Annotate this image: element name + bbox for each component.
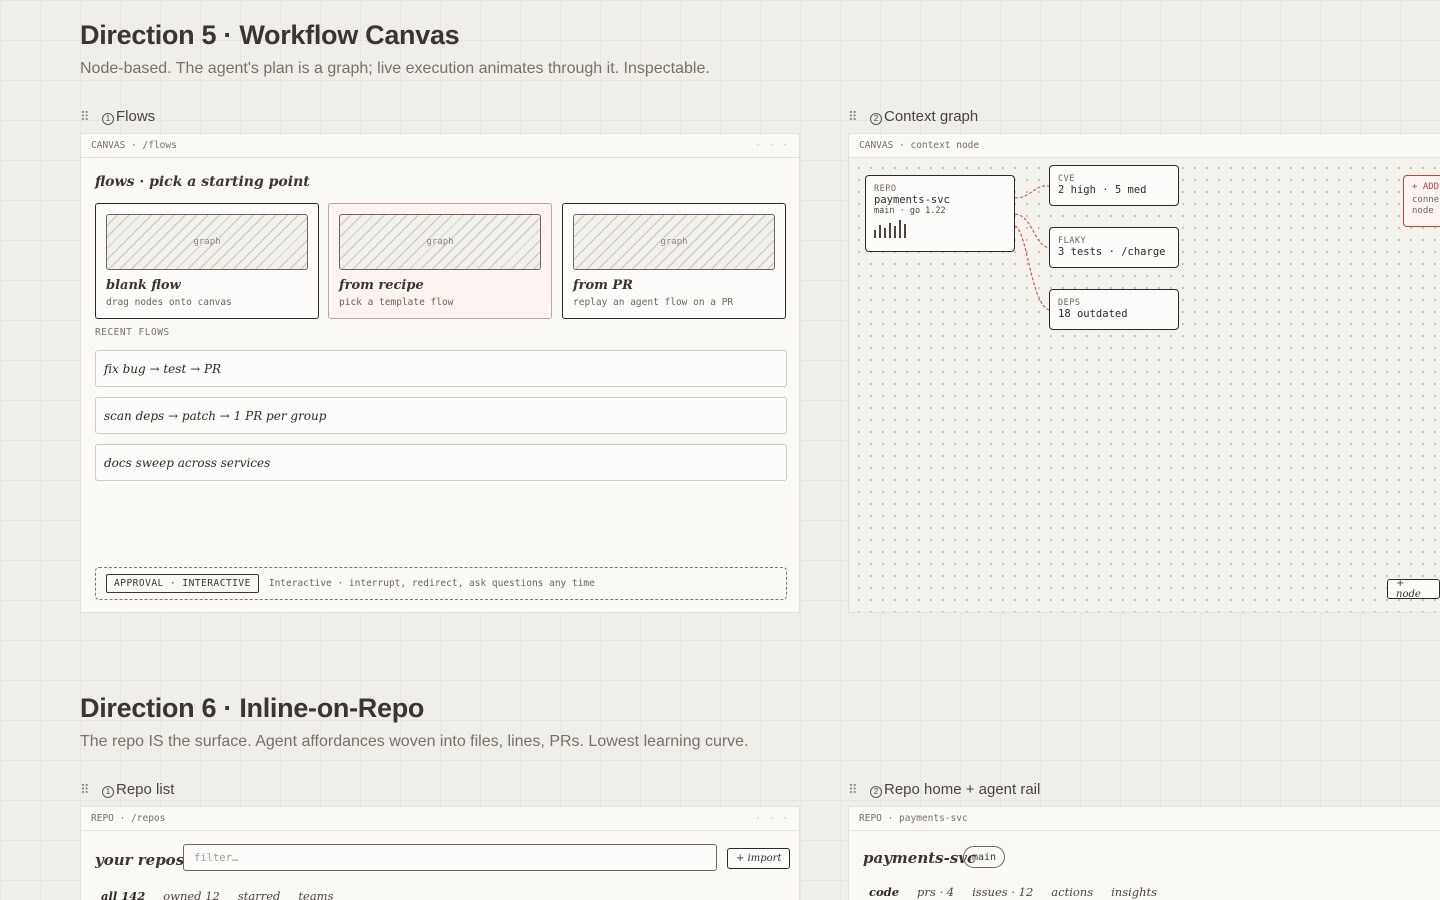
start-card-subtitle: pick a template flow — [339, 297, 454, 308]
recent-flows-label: RECENT FLOWS — [95, 327, 170, 338]
frame-bar: REPO · /repos · · · — [81, 807, 799, 831]
edge-repo-flaky — [1014, 213, 1050, 249]
activity-bar — [894, 226, 896, 238]
step-number-badge: 2 — [870, 785, 882, 798]
add-context-line: node — [1412, 206, 1434, 216]
approval-mode-badge[interactable]: APPROVAL · INTERACTIVE — [106, 574, 259, 593]
context-panel-label: ⠿ 2 Context graph — [848, 108, 978, 125]
repo-list-frame: REPO · /repos · · · your repos + import … — [80, 806, 800, 900]
repo-list-panel-label: ⠿ 1 Repo list — [80, 781, 174, 798]
tab-starred[interactable]: starred — [238, 889, 281, 900]
flaky-node[interactable]: FLAKY 3 tests · /charge — [1049, 227, 1179, 268]
node-value: 2 high · 5 med — [1058, 184, 1147, 196]
direction-6-title: Direction 6 · Inline-on-Repo — [80, 693, 425, 723]
repo-list-panel-title: Repo list — [116, 781, 175, 798]
node-repo-meta: main · go 1.22 — [874, 206, 946, 216]
graph-thumbnail: graph — [573, 214, 775, 270]
repo-home-title: payments-svc — [863, 849, 977, 867]
tab-insights[interactable]: insights — [1111, 885, 1157, 899]
approval-mode-description: Interactive · interrupt, redirect, ask q… — [268, 578, 595, 589]
start-card-title: blank flow — [106, 278, 181, 293]
node-value: 3 tests · /charge — [1058, 246, 1166, 258]
drag-handle-icon[interactable]: ⠿ — [848, 782, 862, 798]
repo-home-frame: REPO · payments-svc payments-svc main co… — [848, 806, 1440, 900]
activity-sparkline — [874, 220, 1006, 238]
cve-node[interactable]: CVE 2 high · 5 med — [1049, 165, 1179, 206]
frame-bar: REPO · payments-svc — [849, 807, 1440, 831]
add-context-title: + ADD — [1412, 182, 1440, 192]
node-value: 18 outdated — [1058, 308, 1128, 320]
activity-bar — [879, 225, 881, 238]
repo-home-tabs: code prs · 4 issues · 12 actions insight… — [869, 885, 1157, 899]
activity-bar — [884, 228, 886, 238]
repo-filter-input[interactable] — [183, 844, 717, 871]
frame-path: CANVAS · /flows — [91, 140, 177, 151]
context-graph-frame: CANVAS · context node REPO payments-svc … — [848, 133, 1440, 613]
start-card-title: from PR — [573, 278, 633, 293]
frame-bar: CANVAS · /flows · · · — [81, 134, 799, 158]
repo-filter-tabs: all 142 owned 12 starred teams — [101, 889, 333, 900]
flows-heading: flows · pick a starting point — [95, 174, 310, 190]
add-context-node[interactable]: + ADD conne node — [1403, 175, 1440, 227]
flows-panel-label: ⠿ 1 Flows — [80, 108, 155, 125]
recent-flow-item[interactable]: fix bug → test → PR — [95, 350, 787, 387]
flows-frame: CANVAS · /flows · · · flows · pick a sta… — [80, 133, 800, 613]
start-card-pr[interactable]: graph from PR replay an agent flow on a … — [562, 203, 786, 319]
drag-handle-icon[interactable]: ⠿ — [848, 109, 862, 125]
approval-mode-bar: APPROVAL · INTERACTIVE Interactive · int… — [95, 567, 787, 600]
tab-actions[interactable]: actions — [1051, 885, 1093, 899]
repo-home-panel-title: Repo home + agent rail — [884, 781, 1041, 798]
tab-teams[interactable]: teams — [298, 889, 333, 900]
branch-selector[interactable]: main — [963, 846, 1006, 868]
node-key: REPO — [874, 184, 897, 194]
node-key: CVE — [1058, 174, 1075, 184]
repos-heading: your repos — [95, 851, 185, 869]
start-card-title: from recipe — [339, 278, 424, 293]
frame-path: REPO · payments-svc — [859, 813, 968, 824]
tab-all[interactable]: all 142 — [101, 889, 145, 900]
activity-bar — [889, 223, 891, 238]
edge-repo-deps — [1014, 225, 1050, 311]
add-context-line: conne — [1412, 195, 1440, 205]
direction-6-subtitle: The repo IS the surface. Agent affordanc… — [80, 733, 749, 750]
direction-5-subtitle: Node-based. The agent's plan is a graph;… — [80, 60, 710, 77]
more-icon[interactable]: · · · — [755, 140, 789, 151]
repo-home-panel-label: ⠿ 2 Repo home + agent rail — [848, 781, 1040, 798]
start-card-recipe[interactable]: graph from recipe pick a template flow — [328, 203, 552, 319]
more-icon[interactable]: · · · — [755, 813, 789, 824]
graph-thumbnail: graph — [339, 214, 541, 270]
step-number-badge: 1 — [102, 112, 114, 125]
edge-repo-cve — [1014, 185, 1050, 199]
activity-bar — [874, 230, 876, 238]
node-key: FLAKY — [1058, 236, 1087, 246]
node-key: DEPS — [1058, 298, 1081, 308]
repo-node[interactable]: REPO payments-svc main · go 1.22 — [865, 175, 1015, 252]
add-node-button[interactable]: + node — [1387, 578, 1440, 600]
tab-issues[interactable]: issues · 12 — [972, 885, 1033, 899]
tab-owned[interactable]: owned 12 — [163, 889, 220, 900]
drag-handle-icon[interactable]: ⠿ — [80, 109, 94, 125]
frame-path: REPO · /repos — [91, 813, 166, 824]
start-card-subtitle: replay an agent flow on a PR — [573, 297, 734, 308]
node-repo-name: payments-svc — [874, 194, 950, 206]
step-number-badge: 1 — [102, 785, 114, 798]
direction-5-title: Direction 5 · Workflow Canvas — [80, 20, 460, 50]
recent-flow-item[interactable]: scan deps → patch → 1 PR per group — [95, 397, 787, 434]
start-card-blank[interactable]: graph blank flow drag nodes onto canvas — [95, 203, 319, 319]
activity-bar — [904, 224, 906, 238]
step-number-badge: 2 — [870, 112, 882, 125]
start-card-subtitle: drag nodes onto canvas — [106, 297, 232, 308]
activity-bar — [899, 220, 901, 238]
flows-panel-title: Flows — [116, 108, 156, 125]
tab-code[interactable]: code — [869, 885, 899, 899]
import-button[interactable]: + import — [727, 848, 791, 869]
drag-handle-icon[interactable]: ⠿ — [80, 782, 94, 798]
context-panel-title: Context graph — [884, 108, 979, 125]
recent-flow-item[interactable]: docs sweep across services — [95, 444, 787, 481]
tab-prs[interactable]: prs · 4 — [917, 885, 954, 899]
deps-node[interactable]: DEPS 18 outdated — [1049, 289, 1179, 330]
graph-thumbnail: graph — [106, 214, 308, 270]
